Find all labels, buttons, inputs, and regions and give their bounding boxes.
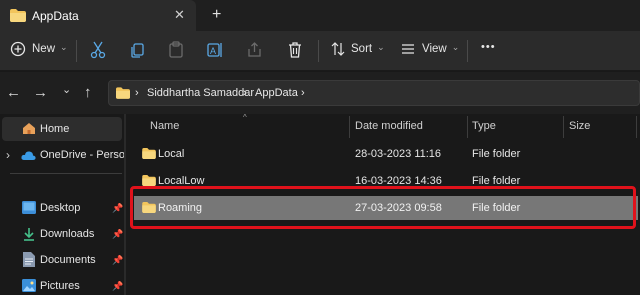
sidebar-item-onedrive[interactable]: › OneDrive - Persona (0, 143, 137, 167)
copy-icon[interactable] (130, 41, 146, 59)
file-type: File folder (472, 175, 521, 187)
divider (318, 40, 319, 62)
column-divider[interactable] (636, 116, 637, 138)
folder-icon (142, 175, 156, 186)
sidebar-item-documents[interactable]: Documents 📌 (0, 248, 124, 272)
view-button[interactable]: View ⌄ (400, 41, 459, 57)
address-row: ← → ⌄ ↑ › Siddhartha Samaddar › AppData … (0, 72, 640, 114)
table-row-selected[interactable]: Roaming 27-03-2023 09:58 File folder (134, 196, 638, 220)
file-name: LocalLow (158, 175, 205, 187)
breadcrumb-user[interactable]: Siddhartha Samaddar (147, 87, 254, 99)
sidebar-item-label: OneDrive - Persona (40, 149, 138, 161)
tab-strip: AppData ✕ + (0, 0, 640, 31)
sidebar-item-label: Home (40, 123, 70, 135)
column-divider[interactable] (563, 116, 564, 138)
plus-circle-icon (10, 41, 26, 57)
back-arrow-icon[interactable]: ← (6, 84, 21, 101)
sidebar-item-desktop[interactable]: Desktop 📌 (0, 196, 124, 220)
chevron-down-icon: ⌄ (451, 41, 460, 52)
date-modified: 16-03-2023 14:36 (355, 175, 442, 187)
folder-icon (116, 87, 130, 99)
column-header-date-modified[interactable]: Date modified (355, 120, 423, 132)
chevron-right-icon[interactable]: › (243, 87, 247, 99)
new-button[interactable]: New ⌄ (10, 41, 68, 57)
document-icon (23, 252, 35, 267)
navigation-pane: Home › OneDrive - Persona Desktop 📌 Down… (0, 114, 137, 295)
table-row[interactable]: LocalLow 16-03-2023 14:36 File folder (134, 169, 638, 193)
cloud-icon (21, 151, 36, 160)
paste-icon[interactable] (168, 41, 184, 59)
column-divider[interactable] (467, 116, 468, 138)
view-icon (402, 44, 414, 54)
breadcrumb-appdata[interactable]: AppData (255, 87, 298, 99)
table-row[interactable]: Local 28-03-2023 11:16 File folder (134, 142, 638, 166)
pin-icon[interactable]: 📌 (112, 255, 123, 266)
svg-text:A: A (210, 46, 216, 56)
column-divider[interactable] (349, 116, 350, 138)
chevron-down-icon: ⌄ (60, 41, 68, 52)
pin-icon[interactable]: 📌 (112, 203, 123, 214)
date-modified: 28-03-2023 11:16 (355, 148, 442, 160)
sort-icon (331, 42, 345, 56)
pin-icon[interactable]: 📌 (112, 281, 123, 292)
desktop-icon (22, 201, 36, 214)
new-tab-button[interactable]: + (212, 6, 221, 24)
file-name: Roaming (158, 202, 203, 214)
command-bar: New ⌄ A Sort ⌄ View ⌄ ••• (0, 31, 640, 71)
delete-icon[interactable] (287, 41, 303, 59)
expand-chevron-icon[interactable]: › (6, 148, 10, 162)
folder-icon (142, 202, 156, 213)
sidebar-item-home[interactable]: Home (2, 117, 122, 141)
file-name: Local (158, 148, 185, 160)
folder-icon (142, 148, 156, 159)
home-icon (23, 123, 35, 134)
forward-arrow-icon[interactable]: → (33, 84, 48, 101)
sort-button[interactable]: Sort ⌄ (330, 41, 385, 57)
rename-icon[interactable]: A (207, 41, 223, 59)
chevron-right-icon[interactable]: › (135, 87, 139, 99)
sidebar-item-downloads[interactable]: Downloads 📌 (0, 222, 124, 246)
tab-appdata[interactable]: AppData ✕ (0, 0, 196, 31)
cut-icon[interactable] (90, 41, 106, 59)
file-type: File folder (472, 148, 521, 160)
new-label: New (32, 43, 56, 55)
divider (76, 40, 77, 62)
file-type: File folder (472, 202, 521, 214)
chevron-down-icon: ⌄ (377, 41, 385, 52)
folder-icon (10, 9, 26, 22)
sidebar-item-label: Downloads (40, 228, 95, 240)
divider (467, 40, 468, 62)
download-icon (24, 228, 34, 241)
tab-title: AppData (32, 9, 79, 23)
column-header-size[interactable]: Size (569, 120, 590, 132)
sort-ascending-icon: ^ (243, 113, 247, 122)
close-tab-icon[interactable]: ✕ (174, 7, 185, 23)
file-list: ^ Name Date modified Type Size Local 28-… (126, 113, 640, 295)
divider (10, 173, 122, 174)
up-arrow-icon[interactable]: ↑ (84, 84, 92, 101)
address-bar[interactable]: › Siddhartha Samaddar › AppData › (108, 80, 640, 106)
share-icon[interactable] (247, 41, 263, 59)
column-header-name[interactable]: Name (150, 120, 179, 132)
more-options-icon[interactable]: ••• (481, 41, 496, 53)
sidebar-item-pictures[interactable]: Pictures 📌 (0, 274, 124, 295)
picture-icon (22, 279, 36, 292)
sidebar-item-label: Pictures (40, 280, 80, 292)
sidebar-item-label: Desktop (40, 202, 81, 214)
view-label: View (422, 43, 447, 55)
date-modified: 27-03-2023 09:58 (355, 202, 442, 214)
sidebar-item-label: Documents (40, 254, 96, 266)
chevron-right-icon[interactable]: › (301, 87, 305, 99)
sort-label: Sort (351, 43, 373, 55)
column-header-type[interactable]: Type (472, 120, 496, 132)
recent-locations-icon[interactable]: ⌄ (62, 83, 71, 96)
pin-icon[interactable]: 📌 (112, 229, 123, 240)
